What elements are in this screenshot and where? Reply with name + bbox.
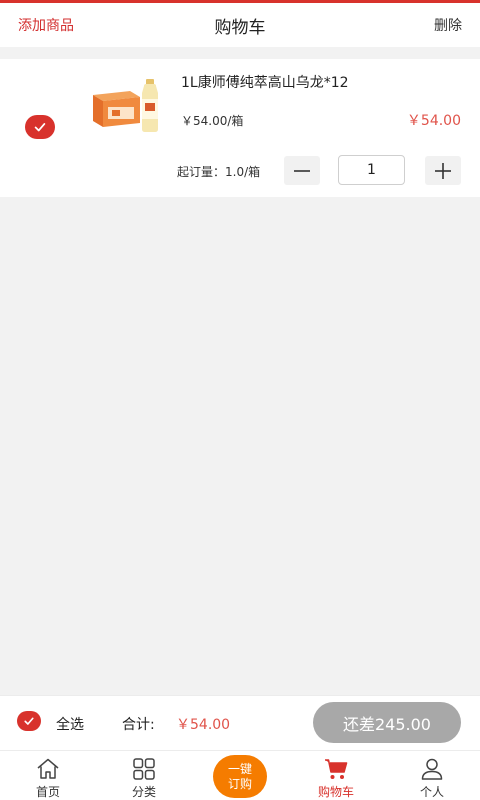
tab-category-label: 分类	[131, 785, 156, 799]
check-icon	[34, 123, 46, 132]
add-goods-link[interactable]: 添加商品	[18, 15, 74, 35]
one-click-order-line1: 一键	[227, 761, 252, 776]
product-image[interactable]	[90, 77, 164, 133]
header-bar: 添加商品 购物车 删除	[0, 3, 480, 47]
item-name[interactable]: 1L康师傅纯萃高山乌龙*12	[181, 72, 349, 92]
user-icon	[421, 758, 443, 780]
check-icon	[24, 717, 34, 725]
quantity-increase-button[interactable]	[425, 156, 461, 185]
tab-home-label: 首页	[35, 785, 60, 799]
checkout-shortfall-button[interactable]: 还差245.00	[313, 702, 461, 743]
home-icon	[37, 758, 59, 779]
total-label: 合计:	[122, 717, 155, 733]
tab-cart-label: 购物车	[317, 785, 354, 799]
tab-me[interactable]: 个人	[384, 751, 480, 800]
one-click-order-button[interactable]: 一键 订购	[213, 755, 267, 798]
tab-cart[interactable]: 购物车	[288, 751, 384, 800]
grid-icon	[133, 758, 155, 780]
select-all-checkbox[interactable]	[17, 711, 41, 731]
select-all-label[interactable]: 全选	[56, 714, 84, 734]
total-amount: ￥54.00	[176, 717, 231, 733]
plus-icon	[435, 162, 451, 179]
delete-link[interactable]: 删除	[434, 15, 462, 35]
one-click-order-line2: 订购	[227, 776, 252, 791]
cart-icon	[325, 759, 348, 779]
tab-home[interactable]: 首页	[0, 751, 96, 800]
minus-icon	[294, 169, 310, 172]
cart-item-card: 1L康师傅纯萃高山乌龙*12 ￥54.00/箱 ￥54.00 起订量：1.0/箱	[0, 59, 480, 197]
quantity-input[interactable]	[338, 155, 405, 185]
tab-category[interactable]: 分类	[96, 751, 192, 800]
item-unit-price: ￥54.00/箱	[181, 114, 244, 128]
item-min-order: 起订量：1.0/箱	[177, 165, 261, 179]
cart-summary-bar: 全选 合计: ￥54.00 还差245.00	[0, 695, 480, 750]
quantity-decrease-button[interactable]	[284, 156, 320, 185]
tab-me-label: 个人	[419, 785, 444, 799]
item-subtotal: ￥54.00	[406, 113, 461, 129]
item-checkbox[interactable]	[25, 115, 55, 139]
